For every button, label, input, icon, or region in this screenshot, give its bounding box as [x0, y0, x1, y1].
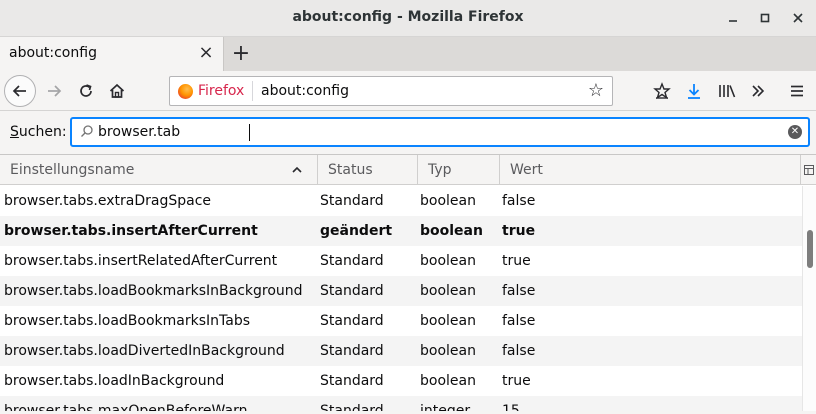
- pref-type-cell: integer: [420, 403, 471, 411]
- urlbar-separator: [252, 81, 253, 101]
- pref-name-cell: browser.tabs.extraDragSpace: [4, 193, 212, 209]
- tab-title: about:config: [9, 45, 97, 61]
- pref-type-cell: boolean: [420, 223, 483, 239]
- back-arrow-icon[interactable]: [4, 75, 36, 107]
- vertical-scrollbar[interactable]: [802, 186, 816, 411]
- tab-about-config[interactable]: about:config ×: [0, 37, 224, 71]
- pref-type-cell: boolean: [420, 283, 476, 299]
- search-row: Suchen: browser.tab ✕: [0, 111, 816, 154]
- table-row[interactable]: browser.tabs.loadDivertedInBackground Sta…: [0, 336, 802, 366]
- new-tab-plus-icon[interactable]: +: [228, 40, 254, 68]
- pref-status-cell: Standard: [320, 343, 384, 359]
- url-bar[interactable]: Firefox about:config ☆: [169, 76, 613, 106]
- maximize-icon[interactable]: [755, 8, 775, 28]
- pref-value-cell: false: [502, 283, 536, 299]
- library-icon[interactable]: [715, 79, 739, 103]
- url-input[interactable]: about:config: [261, 83, 349, 99]
- table-row[interactable]: browser.tabs.extraDragSpace Standard boole…: [0, 186, 802, 216]
- pref-type-cell: boolean: [420, 253, 476, 269]
- pref-value-cell: 15: [502, 403, 520, 411]
- navigation-toolbar: Firefox about:config ☆: [0, 71, 816, 111]
- save-to-pocket-icon[interactable]: [650, 79, 674, 103]
- pref-status-cell: Standard: [320, 313, 384, 329]
- text-caret: [249, 124, 250, 141]
- pref-name-cell: browser.tabs.loadInBackground: [4, 373, 225, 389]
- star-icon[interactable]: ☆: [588, 80, 604, 101]
- clear-search-icon[interactable]: ✕: [788, 125, 802, 139]
- pref-value-cell: true: [502, 373, 531, 389]
- column-picker-icon[interactable]: [800, 155, 816, 185]
- pref-value-cell: false: [502, 313, 536, 329]
- search-icon: [81, 125, 93, 137]
- pref-value-cell: false: [502, 193, 536, 209]
- scrollbar-thumb[interactable]: [807, 230, 813, 268]
- close-icon[interactable]: [788, 8, 808, 28]
- pref-value-cell: true: [502, 253, 531, 269]
- window-title: about:config - Mozilla Firefox: [292, 9, 524, 25]
- column-header-type[interactable]: Typ: [418, 155, 500, 185]
- firefox-logo-icon: [178, 84, 193, 99]
- identity-label[interactable]: Firefox: [198, 83, 244, 99]
- table-row[interactable]: browser.tabs.insertRelatedAfterCurrent St…: [0, 246, 802, 276]
- table-header: Einstellungsname Status Typ Wert: [0, 155, 816, 185]
- pref-name-cell: browser.tabs.insertAfterCurrent: [4, 223, 258, 239]
- search-label: Suchen:: [10, 124, 67, 140]
- tab-bar: about:config × +: [0, 37, 816, 71]
- pref-name-cell: browser.tabs.maxOpenBeforeWarn: [4, 403, 248, 411]
- pref-name-cell: browser.tabs.loadBookmarksInTabs: [4, 313, 251, 329]
- pref-type-cell: boolean: [420, 313, 476, 329]
- preferences-table: Einstellungsname Status Typ Wert browser…: [0, 154, 816, 411]
- column-header-value[interactable]: Wert: [500, 155, 800, 185]
- table-row[interactable]: browser.tabs.loadBookmarksInBackground St…: [0, 276, 802, 306]
- forward-arrow-icon[interactable]: [42, 79, 66, 103]
- table-body: browser.tabs.extraDragSpace Standard boole…: [0, 186, 802, 411]
- home-icon[interactable]: [105, 79, 129, 103]
- pref-name-cell: browser.tabs.insertRelatedAfterCurrent: [4, 253, 278, 269]
- search-value: browser.tab: [98, 124, 181, 140]
- window-titlebar: about:config - Mozilla Firefox: [0, 0, 816, 37]
- column-header-status[interactable]: Status: [318, 155, 418, 185]
- pref-type-cell: boolean: [420, 373, 476, 389]
- pref-type-cell: boolean: [420, 193, 476, 209]
- tab-close-icon[interactable]: ×: [197, 43, 215, 63]
- table-row[interactable]: browser.tabs.maxOpenBeforeWarn Standard in…: [0, 396, 802, 411]
- column-header-name[interactable]: Einstellungsname: [0, 155, 318, 185]
- pref-status-cell: Standard: [320, 193, 384, 209]
- pref-status-cell: Standard: [320, 283, 384, 299]
- sort-ascending-chevron-icon: [292, 166, 302, 173]
- pref-value-cell: false: [502, 343, 536, 359]
- chevron-double-right-icon[interactable]: [746, 79, 770, 103]
- search-input[interactable]: browser.tab ✕: [70, 117, 810, 147]
- pref-name-cell: browser.tabs.loadDivertedInBackground: [4, 343, 285, 359]
- pref-value-cell: true: [502, 223, 536, 239]
- pref-name-cell: browser.tabs.loadBookmarksInBackground: [4, 283, 303, 299]
- pref-status-cell: Standard: [320, 373, 384, 389]
- download-arrow-icon[interactable]: [682, 79, 706, 103]
- table-row[interactable]: browser.tabs.loadBookmarksInTabs Standard…: [0, 306, 802, 336]
- table-row[interactable]: browser.tabs.loadInBackground Standard boo…: [0, 366, 802, 396]
- pref-status-cell: geändert: [320, 223, 393, 239]
- pref-status-cell: Standard: [320, 403, 384, 411]
- reload-icon[interactable]: [74, 79, 98, 103]
- hamburger-menu-icon[interactable]: [785, 79, 809, 103]
- pref-status-cell: Standard: [320, 253, 384, 269]
- pref-type-cell: boolean: [420, 343, 476, 359]
- table-row[interactable]: browser.tabs.insertAfterCurrent geändert b…: [0, 216, 802, 246]
- minimize-icon[interactable]: [723, 8, 743, 28]
